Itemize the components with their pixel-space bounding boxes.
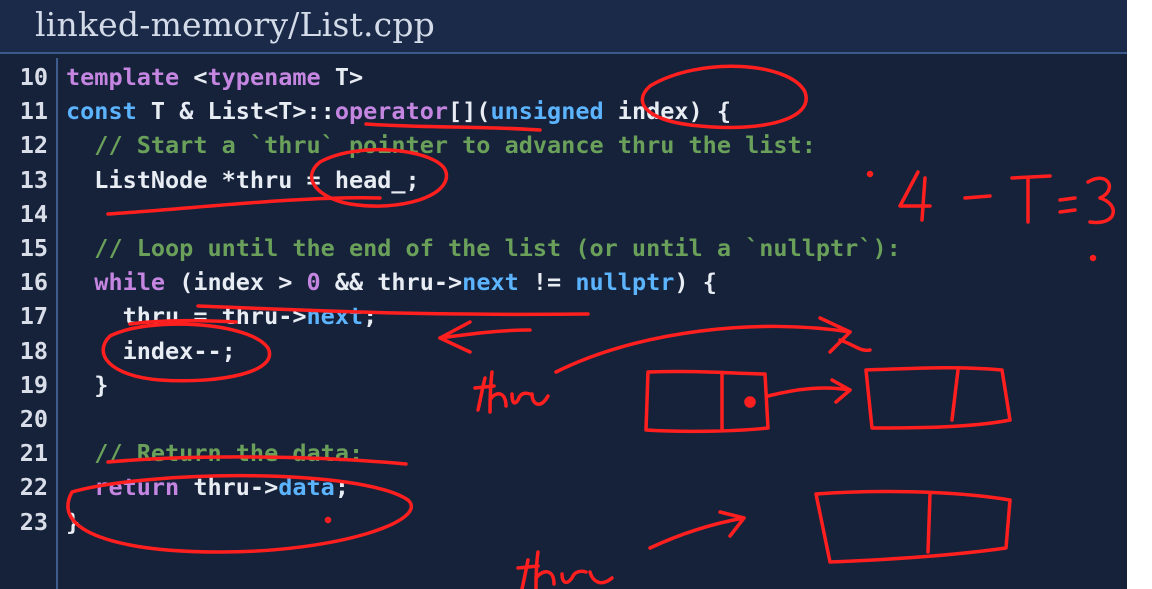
code-token: } [66,370,109,399]
code-line: 11 const T & List<T>::operator[](unsigned… [0,94,1127,128]
code-token: T & List<T>:: [136,97,335,126]
code-token: T> [320,63,364,91]
code-line: 17 thru = thru->next; [0,299,1127,333]
line-code: ListNode *thru = head_; [66,163,420,197]
slide: linked-memory/List.cpp 10 template <typen… [0,0,1127,589]
code-token: []( [448,97,491,126]
line-number: 22 [19,473,48,502]
line-code: // Return the data: [66,436,363,470]
code-token: // Return the data: [66,439,364,468]
code-token: index--; [66,336,236,365]
code-line: 10 template <typename T> [0,60,1127,94]
annotation-word-thru-2 [516,550,614,589]
code-line: 21 // Return the data: [0,436,1127,470]
code-token: ; [334,473,349,502]
line-number: 19 [19,370,48,399]
code-token: // Start a `thru` pointer to advance thr… [66,131,816,160]
code-token: ) { [674,268,717,297]
line-code: // Start a `thru` pointer to advance thr… [66,128,816,162]
line-code: template <typename T> [66,60,363,94]
code-token: nullptr [575,268,675,297]
code-token: next [306,302,364,331]
code-line: 13 ListNode *thru = head_; [0,163,1127,197]
code-token: template [66,63,194,91]
line-number: 20 [19,405,48,433]
code-token: operator [334,97,449,126]
code-token: (index > [165,268,307,297]
line-number: 10 [19,63,48,91]
line-code: } [66,505,80,539]
line-code: thru = thru->next; [66,299,378,333]
line-number: 16 [19,268,48,297]
line-number: 17 [19,302,48,331]
line-number: 21 [19,439,48,468]
line-code: index--; [66,334,236,368]
code-token: typename [207,63,321,91]
code-token: index) { [603,97,731,126]
code-token: < [193,63,208,91]
code-line: 12 // Start a `thru` pointer to advance … [0,128,1127,162]
title-bar: linked-memory/List.cpp [0,0,1127,52]
line-number: 23 [19,507,48,536]
code-token: thru-> [179,473,279,502]
code-token: ; [363,302,378,331]
code-token: unsigned [490,97,604,126]
line-code: return thru->data; [66,470,349,504]
line-number: 18 [19,336,48,365]
line-code: const T & List<T>::operator[](unsigned i… [66,94,731,128]
code-line: 20 [0,402,1127,436]
line-number: 11 [19,97,48,126]
line-code: while (index > 0 && thru->next != nullpt… [66,265,717,299]
code-line: 23} [0,505,1127,539]
code-token: data [278,473,335,502]
right-margin [1127,0,1152,589]
line-number: 15 [19,234,48,262]
code-line: 18 index--; [0,334,1127,368]
code-token: != [518,268,576,297]
code-token: ListNode *thru = head_; [66,165,420,194]
code-token: while [94,268,166,297]
code-token: } [66,507,81,536]
line-number: 13 [19,165,48,194]
code-line: 16 while (index > 0 && thru->next != nul… [0,265,1127,299]
line-number: 12 [19,131,48,160]
code-token: 0 [306,268,321,297]
code-token: next [462,268,519,297]
code-line: 15 // Loop until the end of the list (or… [0,231,1127,265]
page-title: linked-memory/List.cpp [35,5,435,44]
line-number: 14 [19,199,48,228]
code-line: 22 return thru->data; [0,470,1127,504]
title-divider [0,52,1127,54]
code-token: const [66,97,137,126]
code-line: 14 [0,197,1127,231]
code-token: thru = thru-> [66,302,307,331]
line-code: // Loop until the end of the list (or un… [66,231,901,265]
code-line: 19 } [0,368,1127,402]
code-token: && thru-> [320,268,463,297]
code-token: // Loop until the end of the list (or un… [66,234,901,262]
code-token: return [94,473,180,502]
line-code: } [66,368,108,402]
